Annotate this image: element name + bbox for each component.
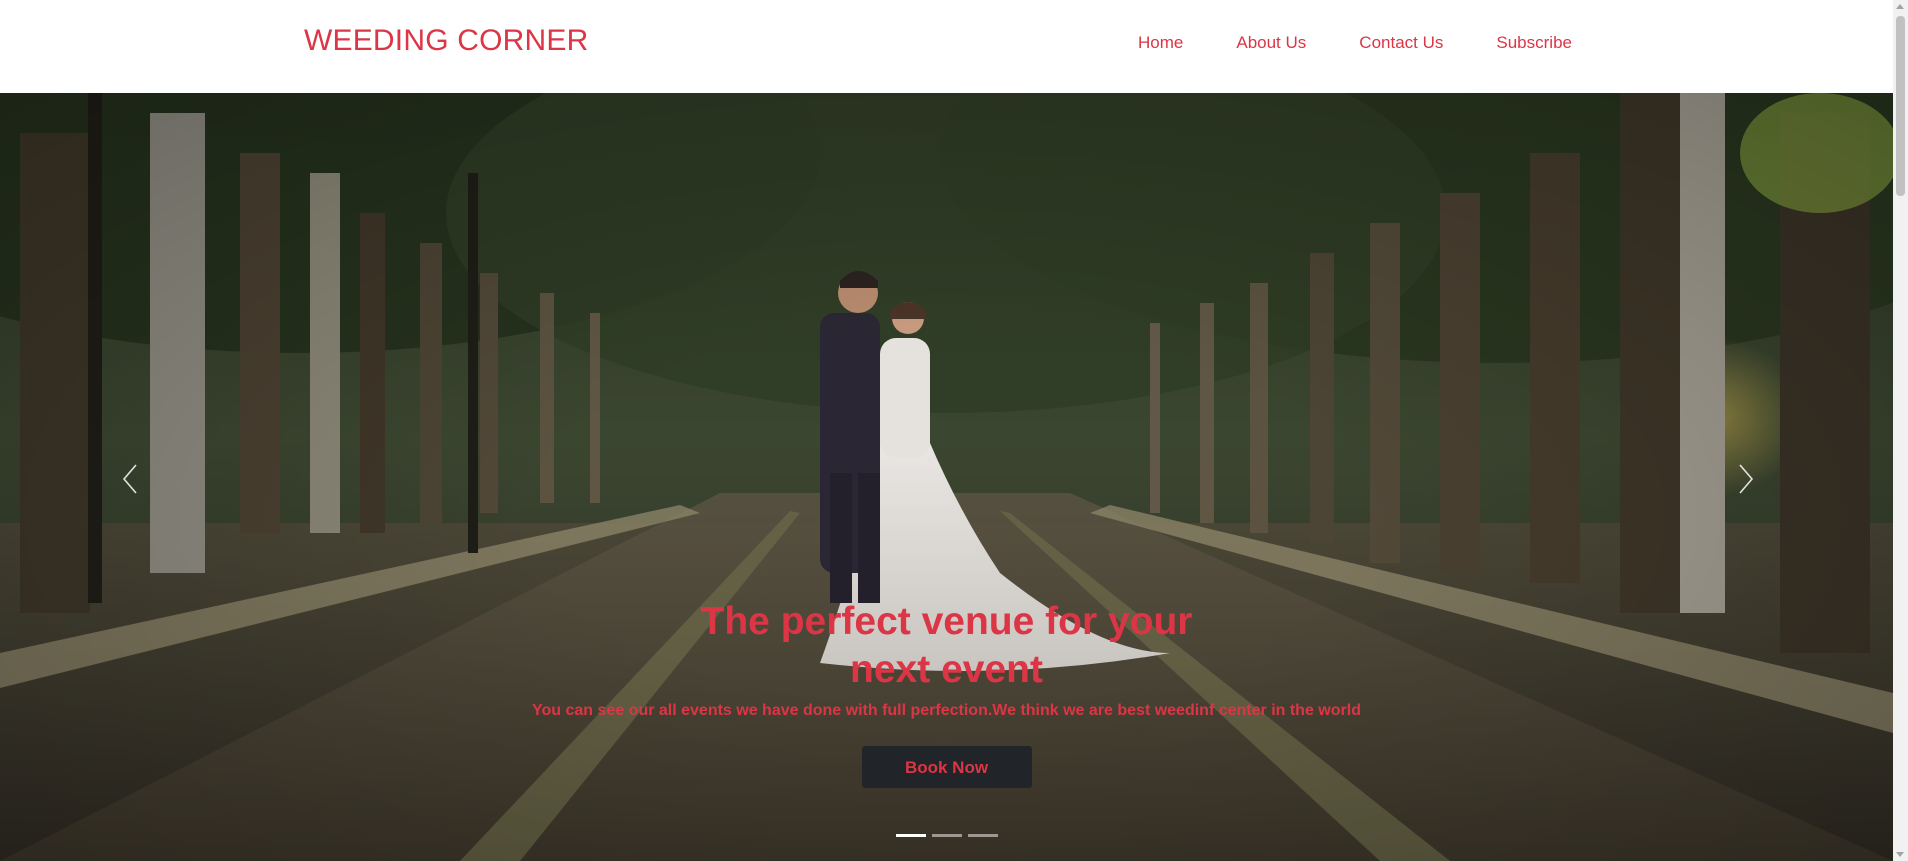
nav-home[interactable]: Home	[1138, 33, 1183, 53]
hero-subtitle: You can see our all events we have done …	[532, 702, 1361, 719]
chevron-right-icon	[1739, 464, 1754, 494]
page: WEEDING CORNER Home About Us Contact Us …	[0, 0, 1908, 861]
hero-caption: The perfect venue for your next event Yo…	[0, 598, 1893, 788]
hero-title: The perfect venue for your next event	[700, 600, 1193, 691]
carousel-indicators	[0, 834, 1893, 837]
page-scrollbar[interactable]	[1893, 0, 1908, 861]
chevron-left-icon	[122, 464, 137, 494]
carousel-indicator-2[interactable]	[931, 834, 962, 837]
carousel-indicator-3[interactable]	[967, 834, 998, 837]
carousel-prev-button[interactable]	[112, 449, 152, 509]
book-now-button[interactable]: Book Now	[861, 746, 1032, 788]
main-nav: Home About Us Contact Us Subscribe	[1138, 33, 1572, 53]
scroll-up-icon[interactable]	[1896, 4, 1904, 9]
nav-about-us[interactable]: About Us	[1236, 33, 1306, 53]
scroll-thumb[interactable]	[1896, 16, 1905, 196]
brand-logo[interactable]: WEEDING CORNER	[304, 24, 588, 58]
nav-contact-us[interactable]: Contact Us	[1359, 33, 1443, 53]
carousel-indicator-1[interactable]	[895, 834, 926, 837]
navbar: WEEDING CORNER Home About Us Contact Us …	[0, 0, 1893, 93]
scroll-down-icon[interactable]	[1896, 852, 1904, 857]
carousel-next-button[interactable]	[1724, 449, 1764, 509]
hero-carousel: The perfect venue for your next event Yo…	[0, 93, 1893, 861]
nav-subscribe[interactable]: Subscribe	[1496, 33, 1572, 53]
